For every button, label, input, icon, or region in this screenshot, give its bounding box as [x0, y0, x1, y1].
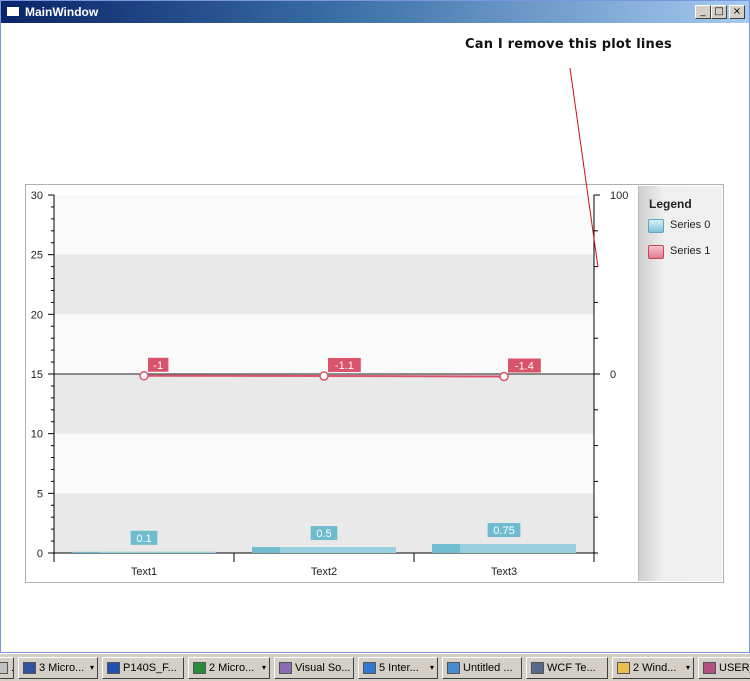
- data-label-series-1: -1.4: [515, 361, 534, 373]
- taskbar-button-label: 5 Inter...: [379, 662, 419, 674]
- point-series-1: [139, 371, 149, 381]
- y-left-tick-label: 5: [37, 488, 43, 500]
- taskbar: ... 3 Micro... ▾ P140S_F... 2 Micro... ▾ Visua…: [0, 653, 750, 681]
- chevron-down-icon: ▾: [261, 663, 266, 672]
- taskbar-button-label: 2 Micro...: [209, 662, 255, 674]
- y-left-tick-label: 10: [31, 429, 43, 441]
- grid-band: [54, 433, 594, 494]
- legend-title: Legend: [649, 197, 692, 211]
- taskbar-button[interactable]: WCF Te...: [526, 657, 608, 679]
- legend-swatch-series-1: [648, 245, 664, 259]
- taskbar-button-label: P140S_F...: [123, 662, 177, 674]
- data-label-series-0: 0.1: [136, 533, 151, 545]
- y-left-tick-label: 25: [31, 250, 43, 262]
- grid-band: [54, 254, 594, 315]
- data-label-series-0: 0.5: [316, 528, 331, 540]
- legend-label-series-0: Series 0: [670, 219, 711, 231]
- taskbar-app-icon: [279, 662, 292, 674]
- data-label-series-1: -1.1: [335, 360, 354, 372]
- y-right-tick-label: 100: [610, 190, 628, 202]
- bar-highlight-series-0: [100, 551, 216, 553]
- x-tick-label: Text1: [131, 566, 157, 578]
- taskbar-button[interactable]: ...: [0, 657, 14, 679]
- point-series-1: [319, 371, 329, 381]
- legend-label-series-1: Series 1: [670, 245, 711, 257]
- taskbar-app-icon: [107, 662, 120, 674]
- chevron-down-icon: ▾: [429, 663, 434, 672]
- chevron-down-icon: ▾: [685, 663, 690, 672]
- y-right-tick-label: 0: [610, 369, 616, 381]
- bar-highlight-series-0: [280, 547, 396, 553]
- y-left-tick-label: 20: [31, 309, 43, 321]
- taskbar-app-icon: [193, 662, 206, 674]
- x-tick-label: Text3: [491, 566, 517, 578]
- taskbar-button-label: Untitled ...: [463, 662, 513, 674]
- y-left-tick-label: 30: [31, 190, 43, 202]
- taskbar-button-label: Visual So...: [295, 662, 351, 674]
- taskbar-button-label: 2 Wind...: [633, 662, 677, 674]
- taskbar-button[interactable]: USER_...: [698, 657, 750, 679]
- taskbar-button[interactable]: 5 Inter... ▾: [358, 657, 438, 679]
- taskbar-button[interactable]: Untitled ...: [442, 657, 522, 679]
- taskbar-app-icon: [23, 662, 36, 674]
- taskbar-button-label: ...: [11, 662, 14, 674]
- grid-band: [54, 374, 594, 434]
- taskbar-button[interactable]: 2 Wind... ▾: [612, 657, 694, 679]
- y-left-tick-label: 0: [37, 548, 43, 560]
- data-label-series-1: -1: [153, 360, 163, 372]
- taskbar-button[interactable]: 3 Micro... ▾: [18, 657, 98, 679]
- legend-swatch-series-0: [648, 219, 664, 233]
- data-label-series-0: 0.75: [493, 525, 514, 537]
- x-tick-label: Text2: [311, 566, 337, 578]
- taskbar-app-icon: [363, 662, 376, 674]
- bar-highlight-series-0: [460, 544, 576, 553]
- taskbar-button[interactable]: 2 Micro... ▾: [188, 657, 270, 679]
- taskbar-button[interactable]: Visual So...: [274, 657, 354, 679]
- taskbar-app-icon: [531, 662, 544, 674]
- taskbar-button-label: WCF Te...: [547, 662, 596, 674]
- chevron-down-icon: ▾: [89, 663, 94, 672]
- y-left-tick-label: 15: [31, 369, 43, 381]
- taskbar-app-icon: [0, 662, 8, 674]
- grid-band: [54, 195, 594, 255]
- taskbar-app-icon: [447, 662, 460, 674]
- taskbar-button[interactable]: P140S_F...: [102, 657, 184, 679]
- taskbar-app-icon: [703, 662, 716, 674]
- taskbar-button-label: USER_...: [719, 662, 750, 674]
- taskbar-app-icon: [617, 662, 630, 674]
- taskbar-button-label: 3 Micro...: [39, 662, 85, 674]
- point-series-1: [499, 371, 509, 382]
